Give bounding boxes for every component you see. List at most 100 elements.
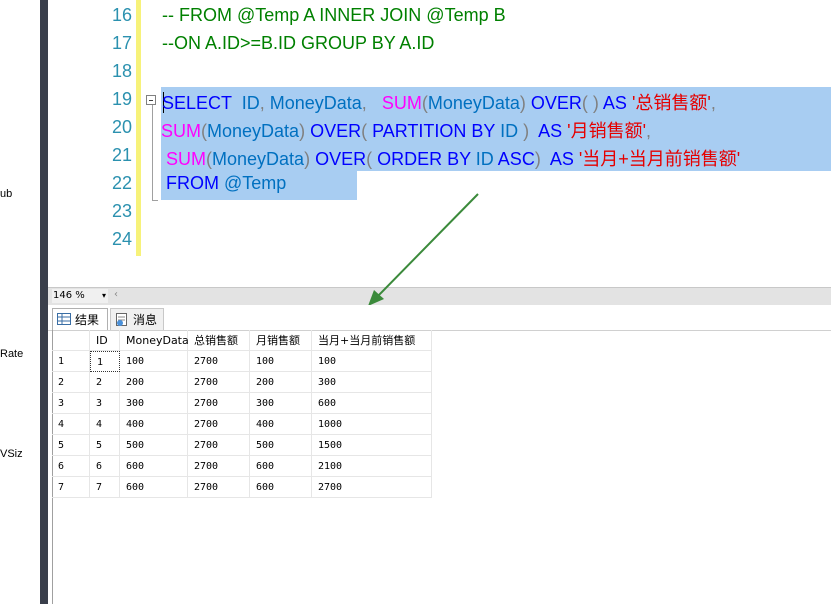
code-token: FROM	[161, 173, 224, 193]
code-line[interactable]: SUM(MoneyData) OVER( PARTITION BY ID ) A…	[161, 117, 651, 143]
message-icon	[116, 313, 127, 326]
code-token: @Temp	[224, 173, 287, 193]
grid-cell[interactable]: 2700	[188, 393, 250, 414]
code-token: ,	[646, 121, 652, 141]
row-number[interactable]: 7	[52, 477, 90, 498]
column-header[interactable]: 月销售额	[250, 330, 312, 351]
grid-cell[interactable]: 7	[90, 477, 120, 498]
code-token: ORDER BY	[372, 149, 471, 169]
tab-messages-label: 消息	[133, 313, 158, 327]
code-token: SELECT	[162, 93, 232, 113]
tab-messages[interactable]: 消息	[110, 308, 164, 330]
grid-cell[interactable]: 2100	[312, 456, 432, 477]
row-number[interactable]: 1	[52, 351, 90, 372]
code-token: OVER	[525, 93, 582, 113]
grid-cell[interactable]: 6	[90, 456, 120, 477]
grid-cell[interactable]: 600	[250, 477, 312, 498]
grid-cell[interactable]: 400	[250, 414, 312, 435]
grid-cell[interactable]: 600	[120, 456, 188, 477]
column-header[interactable]: MoneyData	[120, 330, 189, 351]
grid-cell[interactable]: 2700	[188, 372, 250, 393]
editor-statusbar: 146 % ▾ ‹	[48, 287, 831, 305]
grid-cell[interactable]: 600	[250, 456, 312, 477]
code-line[interactable]: --ON A.ID>=B.ID GROUP BY A.ID	[162, 33, 434, 54]
zoom-value: 146 %	[53, 290, 85, 301]
grid-cell[interactable]: 2700	[188, 435, 250, 456]
code-token: AS	[598, 93, 632, 113]
code-line[interactable]: -- FROM @Temp A INNER JOIN @Temp B	[162, 5, 506, 26]
grid-cell[interactable]: 2700	[188, 456, 250, 477]
grid-cell[interactable]: 100	[312, 351, 432, 372]
code-token: MoneyData	[427, 93, 520, 113]
code-token: --ON A.ID>=B.ID GROUP BY A.ID	[162, 33, 435, 53]
grid-cell[interactable]: 5	[90, 435, 120, 456]
grid-cell[interactable]: 600	[312, 393, 432, 414]
row-number[interactable]: 2	[52, 372, 90, 393]
row-number[interactable]: 3	[52, 393, 90, 414]
fold-guide-end	[152, 200, 158, 201]
splitter-bar[interactable]	[40, 0, 48, 604]
grid-cell[interactable]: 3	[90, 393, 120, 414]
explorer-fragment-1: ub	[0, 188, 13, 200]
query-editor[interactable]: 16 17 18 19 20 21 22 23 24 -- FROM @Temp A INNER…	[48, 0, 831, 287]
fold-guide	[152, 105, 153, 200]
code-token: OVER	[310, 149, 367, 169]
row-number[interactable]: 4	[52, 414, 90, 435]
collapse-icon[interactable]	[146, 95, 156, 105]
row-number[interactable]: 6	[52, 456, 90, 477]
change-marker	[136, 0, 141, 256]
grid-cell[interactable]: 300	[120, 393, 188, 414]
grid-cell[interactable]: 2700	[188, 351, 250, 372]
scroll-left-icon[interactable]: ‹	[114, 289, 118, 300]
code-token: AS	[540, 149, 579, 169]
line-number: 16	[111, 5, 132, 25]
code-token: OVER	[305, 121, 362, 141]
grid-corner[interactable]	[52, 330, 90, 351]
code-line[interactable]: SELECT ID, MoneyData, SUM(MoneyData) OVE…	[162, 89, 716, 115]
line-number: 24	[111, 229, 132, 249]
grid-cell[interactable]: 4	[90, 414, 120, 435]
column-header[interactable]: 当月+当月前销售额	[312, 330, 432, 351]
grid-cell[interactable]: 2700	[188, 414, 250, 435]
code-token: ID	[470, 149, 494, 169]
grid-cell[interactable]: 300	[250, 393, 312, 414]
results-tabs: 结果 消息	[48, 305, 831, 331]
grid-cell[interactable]: 2700	[312, 477, 432, 498]
zoom-select[interactable]: 146 % ▾	[52, 289, 108, 303]
line-number: 22	[111, 173, 132, 193]
code-token: MoneyData	[207, 121, 300, 141]
grid-cell[interactable]: 1500	[312, 435, 432, 456]
grid-cell[interactable]: 300	[312, 372, 432, 393]
column-header[interactable]: ID	[90, 330, 120, 351]
code-line[interactable]: FROM @Temp	[161, 173, 286, 194]
grid-cell[interactable]: 200	[250, 372, 312, 393]
grid-cell[interactable]: 600	[120, 477, 188, 498]
code-token: -- FROM @Temp A INNER JOIN @Temp B	[162, 5, 506, 25]
grid-cell[interactable]: 100	[120, 351, 188, 372]
grid-cell[interactable]: 400	[120, 414, 188, 435]
explorer-fragment-3: VSiz	[0, 448, 23, 460]
code-token: PARTITION BY	[367, 121, 496, 141]
grid-cell[interactable]: 500	[120, 435, 188, 456]
code-token: '月销售额'	[567, 121, 647, 141]
line-number: 17	[111, 33, 132, 53]
code-token: SUM	[381, 93, 422, 113]
grid-cell[interactable]: 1000	[312, 414, 432, 435]
tab-results[interactable]: 结果	[52, 308, 108, 330]
column-header[interactable]: 总销售额	[188, 330, 250, 351]
code-token: ( )	[581, 93, 599, 113]
explorer-fragment-2: Rate	[0, 348, 24, 360]
grid-cell[interactable]: 1	[90, 351, 120, 372]
grid-cell[interactable]: 100	[250, 351, 312, 372]
code-token: ID	[495, 121, 524, 141]
grid-cell[interactable]: 2	[90, 372, 120, 393]
grid-cell[interactable]: 2700	[188, 477, 250, 498]
line-number: 19	[111, 89, 132, 109]
line-number: 20	[111, 117, 132, 137]
row-number[interactable]: 5	[52, 435, 90, 456]
grid-cell[interactable]: 500	[250, 435, 312, 456]
grid-cell[interactable]: 200	[120, 372, 188, 393]
code-token: ASC	[493, 149, 535, 169]
code-line[interactable]: SUM(MoneyData) OVER( ORDER BY ID ASC) AS…	[161, 145, 740, 171]
